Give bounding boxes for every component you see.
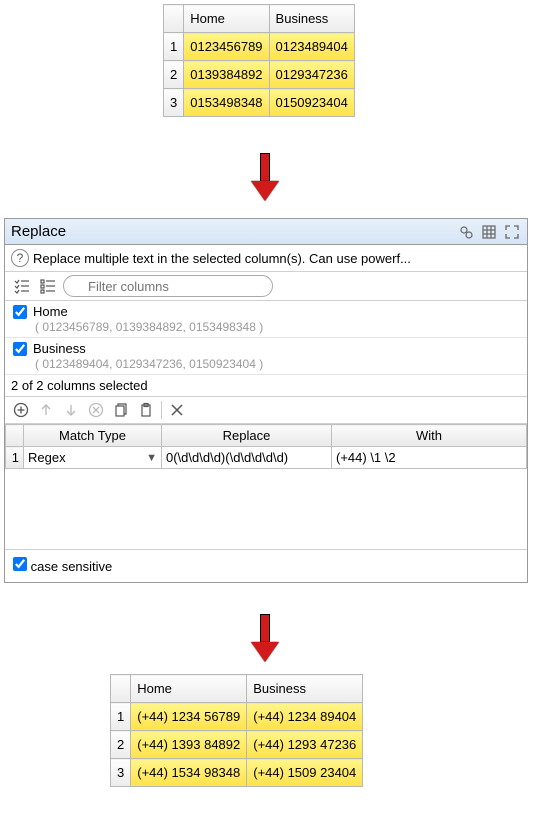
col-header[interactable]: Home: [184, 5, 269, 33]
copy-button[interactable]: [109, 399, 133, 421]
corner-cell: [164, 5, 184, 33]
case-sensitive-checkbox[interactable]: [13, 557, 27, 571]
move-up-button[interactable]: [34, 399, 58, 421]
selected-count: 2 of 2 columns selected: [5, 375, 527, 397]
row-number: 3: [111, 759, 131, 787]
column-item: Home ( 0123456789, 0139384892, 015349834…: [5, 301, 527, 338]
case-sensitive-row: case sensitive: [5, 549, 527, 582]
with-cell[interactable]: (+44) \1 \2: [332, 447, 527, 469]
input-table: Home Business 1 0123456789 0123489404 2 …: [163, 4, 355, 117]
cell[interactable]: (+44) 1234 89404: [247, 703, 363, 731]
rules-toolbar: [5, 397, 527, 424]
clear-button[interactable]: [165, 399, 189, 421]
match-type-cell[interactable]: Regex ▼: [24, 447, 162, 469]
cell[interactable]: 0123456789: [184, 33, 269, 61]
chevron-down-icon: ▼: [146, 452, 157, 464]
filter-row: ⌕: [5, 272, 527, 301]
rules-header[interactable]: Replace: [162, 425, 332, 447]
corner-cell: [111, 675, 131, 703]
col-header[interactable]: Business: [247, 675, 363, 703]
cell[interactable]: 0150923404: [269, 89, 354, 117]
panel-titlebar: Replace: [5, 219, 527, 245]
table-row: 2 (+44) 1393 84892 (+44) 1293 47236: [111, 731, 363, 759]
column-samples: ( 0123456789, 0139384892, 0153498348 ): [13, 320, 521, 334]
rule-row: 1 Regex ▼ 0(\d\d\d\d)(\d\d\d\d\d) (+44) …: [6, 447, 527, 469]
panel-title: Replace: [11, 223, 454, 240]
row-number: 1: [6, 447, 24, 469]
column-checkbox[interactable]: [13, 342, 27, 356]
cell[interactable]: 0153498348: [184, 89, 269, 117]
cell[interactable]: (+44) 1534 98348: [131, 759, 247, 787]
paste-button[interactable]: [134, 399, 158, 421]
corner-cell: [6, 425, 24, 447]
replace-cell[interactable]: 0(\d\d\d\d)(\d\d\d\d\d): [162, 447, 332, 469]
column-name: Business: [33, 341, 86, 356]
move-down-button[interactable]: [59, 399, 83, 421]
row-number: 1: [111, 703, 131, 731]
row-number: 3: [164, 89, 184, 117]
add-rule-button[interactable]: [9, 399, 33, 421]
description-row: ? Replace multiple text in the selected …: [5, 245, 527, 272]
case-sensitive-text: case sensitive: [31, 559, 113, 574]
cell[interactable]: 0123489404: [269, 33, 354, 61]
rules-empty-area: [5, 469, 527, 549]
case-sensitive-label[interactable]: case sensitive: [13, 559, 112, 574]
arrow-down-icon: [251, 614, 279, 664]
cell[interactable]: (+44) 1509 23404: [247, 759, 363, 787]
col-header[interactable]: Home: [131, 675, 247, 703]
column-name: Home: [33, 304, 68, 319]
cell[interactable]: 0139384892: [184, 61, 269, 89]
cell[interactable]: 0129347236: [269, 61, 354, 89]
rules-header[interactable]: With: [332, 425, 527, 447]
column-checkbox-label[interactable]: Business: [13, 341, 521, 356]
row-number: 1: [164, 33, 184, 61]
separator: [161, 401, 162, 419]
row-number: 2: [164, 61, 184, 89]
cell[interactable]: (+44) 1293 47236: [247, 731, 363, 759]
column-samples: ( 0123489404, 0129347236, 0150923404 ): [13, 357, 521, 371]
rules-table: Match Type Replace With 1 Regex ▼ 0(\d\d…: [5, 424, 527, 469]
cell[interactable]: (+44) 1234 56789: [131, 703, 247, 731]
arrow-down-icon: [251, 153, 279, 203]
col-header[interactable]: Business: [269, 5, 354, 33]
description-text: Replace multiple text in the selected co…: [33, 251, 521, 266]
table-row: 1 (+44) 1234 56789 (+44) 1234 89404: [111, 703, 363, 731]
table-row: 2 0139384892 0129347236: [164, 61, 355, 89]
table-row: 3 (+44) 1534 98348 (+44) 1509 23404: [111, 759, 363, 787]
column-checkbox-label[interactable]: Home: [13, 304, 521, 319]
remove-rule-button[interactable]: [84, 399, 108, 421]
table-row: 1 0123456789 0123489404: [164, 33, 355, 61]
column-item: Business ( 0123489404, 0129347236, 01509…: [5, 338, 527, 375]
rules-header[interactable]: Match Type: [24, 425, 162, 447]
row-number: 2: [111, 731, 131, 759]
column-checkbox[interactable]: [13, 305, 27, 319]
cell[interactable]: (+44) 1393 84892: [131, 731, 247, 759]
filter-input-wrap: ⌕: [63, 275, 521, 297]
expand-icon[interactable]: [501, 222, 523, 242]
settings-icon[interactable]: [455, 222, 477, 242]
filter-columns-input[interactable]: [63, 275, 273, 297]
grid-icon[interactable]: [478, 222, 500, 242]
rules-area: Match Type Replace With 1 Regex ▼ 0(\d\d…: [5, 424, 527, 549]
match-type-value: Regex: [28, 450, 66, 465]
replace-panel: Replace ? Replace multiple text in the s…: [4, 218, 528, 583]
help-icon[interactable]: ?: [11, 249, 29, 267]
list-icon[interactable]: [37, 276, 59, 296]
table-row: 3 0153498348 0150923404: [164, 89, 355, 117]
output-table: Home Business 1 (+44) 1234 56789 (+44) 1…: [110, 674, 363, 787]
checklist-icon[interactable]: [11, 276, 33, 296]
